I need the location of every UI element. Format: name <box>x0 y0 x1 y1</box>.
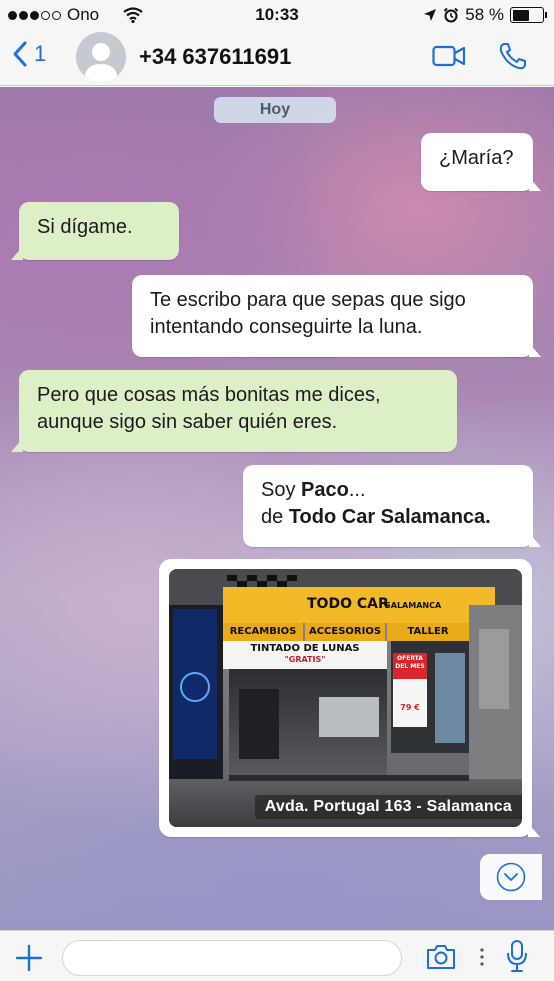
shop-sign-main: TODO CAR <box>307 596 389 612</box>
status-bar: Ono 10:33 58 % <box>0 0 554 30</box>
message-out-3[interactable]: Soy Paco... de Todo Car Salamanca. <box>243 465 541 547</box>
person-icon <box>84 43 118 82</box>
message-in-2[interactable]: Pero que cosas más bonitas me dices, aun… <box>11 370 457 452</box>
message-out-photo[interactable]: TODO CAR SALAMANCA RECAMBIOS ACCESORIOS … <box>159 559 540 837</box>
chat-header: 1 +34 637611691 <box>0 30 554 86</box>
contact-avatar[interactable] <box>76 32 126 82</box>
offer-label: OFERTA DEL MES <box>395 655 425 670</box>
message-text-line: aunque sigo sin saber quién eres. <box>37 411 338 433</box>
shop-sign-taller: TALLER <box>407 626 449 637</box>
message-out-1[interactable]: ¿María? <box>421 133 541 191</box>
message-in-1[interactable]: Si dígame. <box>11 202 179 260</box>
microphone-icon[interactable] <box>505 939 529 973</box>
more-dots-icon[interactable] <box>479 947 485 967</box>
banner-subtitle: "GRATIS" <box>284 655 326 664</box>
shop-sign-accesorios: ACCESORIOS <box>308 626 382 637</box>
message-input[interactable] <box>62 940 402 976</box>
message-text: ¿María? <box>439 147 514 169</box>
message-text-line: Pero que cosas más bonitas me dices, <box>37 384 381 406</box>
battery-percent: 58 % <box>465 5 504 24</box>
location-arrow-icon <box>424 9 437 21</box>
message-out-2[interactable]: Te escribo para que sepas que sigo inten… <box>132 275 541 357</box>
contact-name[interactable]: +34 637611691 <box>139 44 291 70</box>
alarm-icon <box>444 7 459 23</box>
shop-photo[interactable]: TODO CAR SALAMANCA RECAMBIOS ACCESORIOS … <box>169 569 522 827</box>
plus-icon[interactable] <box>15 944 43 972</box>
video-call-icon[interactable] <box>432 45 466 67</box>
message-text-line: Te escribo para que sepas que sigo <box>150 289 466 311</box>
message-text-line: Soy Paco... <box>261 479 366 501</box>
scroll-to-bottom-button[interactable] <box>480 854 542 900</box>
day-separator: Hoy <box>214 97 336 123</box>
unread-count: 1 <box>34 41 47 66</box>
message-input-bar <box>0 930 554 981</box>
status-right: 58 % <box>423 5 547 25</box>
chevron-down-circle-icon <box>496 862 526 892</box>
message-text-line: de Todo Car Salamanca. <box>261 506 491 528</box>
message-text-line: intentando conseguirte la luna. <box>150 316 423 338</box>
offer-price: 79 € <box>400 703 420 712</box>
message-text: Si dígame. <box>37 216 133 238</box>
chevron-left-icon <box>13 41 27 67</box>
camera-icon[interactable] <box>425 943 457 971</box>
photo-caption: Avda. Portugal 163 - Salamanca <box>254 795 522 819</box>
banner-title: TINTADO DE LUNAS <box>250 643 360 654</box>
phone-call-icon[interactable] <box>498 41 528 71</box>
back-button[interactable]: 1 <box>12 40 46 68</box>
shop-sign-sub: SALAMANCA <box>385 601 442 610</box>
battery-icon <box>510 7 547 23</box>
chat-area[interactable]: Hoy ¿María? Si dígame. Te escribo para q… <box>0 87 554 930</box>
shop-sign-recambios: RECAMBIOS <box>229 626 297 637</box>
